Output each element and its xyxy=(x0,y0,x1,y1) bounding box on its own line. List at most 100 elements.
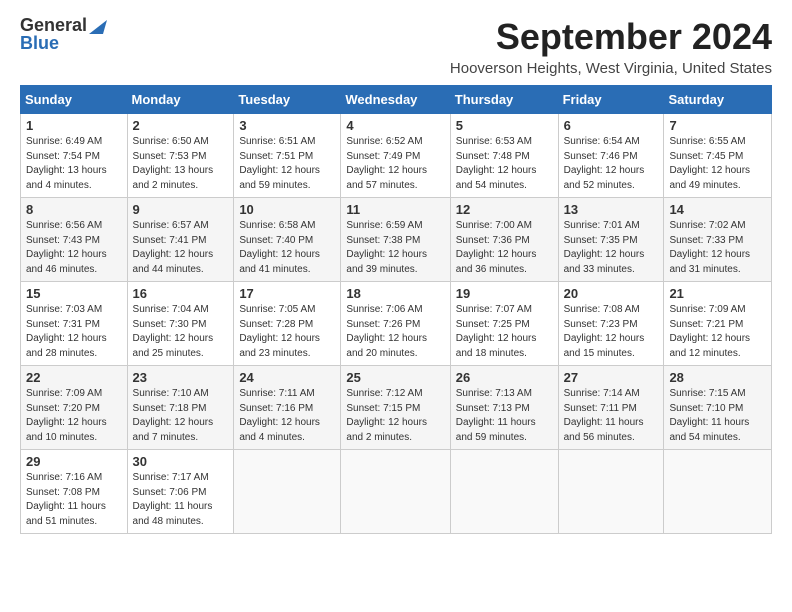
cell-info: Sunrise: 7:01 AM Sunset: 7:35 PM Dayligh… xyxy=(564,219,659,277)
calendar-cell xyxy=(234,450,341,534)
calendar-table: Sunday Monday Tuesday Wednesday Thursday… xyxy=(20,85,772,534)
day-number: 24 xyxy=(239,370,335,385)
col-monday: Monday xyxy=(127,86,234,114)
day-number: 7 xyxy=(669,118,766,133)
cell-info: Sunrise: 6:56 AM Sunset: 7:43 PM Dayligh… xyxy=(26,219,122,277)
day-number: 6 xyxy=(564,118,659,133)
cell-info: Sunrise: 7:17 AM Sunset: 7:06 PM Dayligh… xyxy=(133,471,229,529)
calendar-cell: 19 Sunrise: 7:07 AM Sunset: 7:25 PM Dayl… xyxy=(450,282,558,366)
day-number: 11 xyxy=(346,202,444,217)
cell-info: Sunrise: 7:15 AM Sunset: 7:10 PM Dayligh… xyxy=(669,387,766,445)
day-number: 19 xyxy=(456,286,553,301)
day-number: 1 xyxy=(26,118,122,133)
calendar-cell: 2 Sunrise: 6:50 AM Sunset: 7:53 PM Dayli… xyxy=(127,114,234,198)
calendar-week-5: 29 Sunrise: 7:16 AM Sunset: 7:08 PM Dayl… xyxy=(21,450,772,534)
day-number: 2 xyxy=(133,118,229,133)
calendar-cell: 11 Sunrise: 6:59 AM Sunset: 7:38 PM Dayl… xyxy=(341,198,450,282)
cell-info: Sunrise: 7:06 AM Sunset: 7:26 PM Dayligh… xyxy=(346,303,444,361)
day-number: 13 xyxy=(564,202,659,217)
day-number: 3 xyxy=(239,118,335,133)
cell-info: Sunrise: 7:12 AM Sunset: 7:15 PM Dayligh… xyxy=(346,387,444,445)
calendar-week-2: 8 Sunrise: 6:56 AM Sunset: 7:43 PM Dayli… xyxy=(21,198,772,282)
day-number: 8 xyxy=(26,202,122,217)
calendar-cell: 27 Sunrise: 7:14 AM Sunset: 7:11 PM Dayl… xyxy=(558,366,664,450)
calendar-cell xyxy=(664,450,772,534)
calendar-cell: 10 Sunrise: 6:58 AM Sunset: 7:40 PM Dayl… xyxy=(234,198,341,282)
day-number: 22 xyxy=(26,370,122,385)
col-saturday: Saturday xyxy=(664,86,772,114)
calendar-cell: 26 Sunrise: 7:13 AM Sunset: 7:13 PM Dayl… xyxy=(450,366,558,450)
cell-info: Sunrise: 6:51 AM Sunset: 7:51 PM Dayligh… xyxy=(239,135,335,193)
cell-info: Sunrise: 6:53 AM Sunset: 7:48 PM Dayligh… xyxy=(456,135,553,193)
day-number: 26 xyxy=(456,370,553,385)
calendar-cell: 1 Sunrise: 6:49 AM Sunset: 7:54 PM Dayli… xyxy=(21,114,128,198)
calendar-cell: 18 Sunrise: 7:06 AM Sunset: 7:26 PM Dayl… xyxy=(341,282,450,366)
page-header: General Blue September 2024 Hooverson He… xyxy=(20,16,772,77)
col-friday: Friday xyxy=(558,86,664,114)
day-number: 21 xyxy=(669,286,766,301)
calendar-cell: 17 Sunrise: 7:05 AM Sunset: 7:28 PM Dayl… xyxy=(234,282,341,366)
cell-info: Sunrise: 7:02 AM Sunset: 7:33 PM Dayligh… xyxy=(669,219,766,277)
calendar-header-row: Sunday Monday Tuesday Wednesday Thursday… xyxy=(21,86,772,114)
calendar-cell xyxy=(450,450,558,534)
calendar-cell: 5 Sunrise: 6:53 AM Sunset: 7:48 PM Dayli… xyxy=(450,114,558,198)
calendar-cell xyxy=(558,450,664,534)
day-number: 16 xyxy=(133,286,229,301)
title-area: September 2024 Hooverson Heights, West V… xyxy=(450,16,772,77)
day-number: 23 xyxy=(133,370,229,385)
logo: General Blue xyxy=(20,16,107,52)
logo-general-text: General xyxy=(20,16,87,34)
cell-info: Sunrise: 6:58 AM Sunset: 7:40 PM Dayligh… xyxy=(239,219,335,277)
cell-info: Sunrise: 7:14 AM Sunset: 7:11 PM Dayligh… xyxy=(564,387,659,445)
calendar-cell: 6 Sunrise: 6:54 AM Sunset: 7:46 PM Dayli… xyxy=(558,114,664,198)
day-number: 29 xyxy=(26,454,122,469)
cell-info: Sunrise: 6:55 AM Sunset: 7:45 PM Dayligh… xyxy=(669,135,766,193)
day-number: 10 xyxy=(239,202,335,217)
day-number: 17 xyxy=(239,286,335,301)
logo-blue-text: Blue xyxy=(20,34,59,52)
calendar-week-3: 15 Sunrise: 7:03 AM Sunset: 7:31 PM Dayl… xyxy=(21,282,772,366)
cell-info: Sunrise: 7:16 AM Sunset: 7:08 PM Dayligh… xyxy=(26,471,122,529)
col-sunday: Sunday xyxy=(21,86,128,114)
cell-info: Sunrise: 7:09 AM Sunset: 7:21 PM Dayligh… xyxy=(669,303,766,361)
cell-info: Sunrise: 7:11 AM Sunset: 7:16 PM Dayligh… xyxy=(239,387,335,445)
calendar-week-1: 1 Sunrise: 6:49 AM Sunset: 7:54 PM Dayli… xyxy=(21,114,772,198)
calendar-cell: 20 Sunrise: 7:08 AM Sunset: 7:23 PM Dayl… xyxy=(558,282,664,366)
calendar-cell: 28 Sunrise: 7:15 AM Sunset: 7:10 PM Dayl… xyxy=(664,366,772,450)
logo-bird-icon xyxy=(89,14,107,34)
calendar-cell: 7 Sunrise: 6:55 AM Sunset: 7:45 PM Dayli… xyxy=(664,114,772,198)
calendar-cell: 29 Sunrise: 7:16 AM Sunset: 7:08 PM Dayl… xyxy=(21,450,128,534)
cell-info: Sunrise: 6:59 AM Sunset: 7:38 PM Dayligh… xyxy=(346,219,444,277)
col-tuesday: Tuesday xyxy=(234,86,341,114)
day-number: 30 xyxy=(133,454,229,469)
day-number: 12 xyxy=(456,202,553,217)
calendar-cell: 8 Sunrise: 6:56 AM Sunset: 7:43 PM Dayli… xyxy=(21,198,128,282)
day-number: 25 xyxy=(346,370,444,385)
calendar-cell: 24 Sunrise: 7:11 AM Sunset: 7:16 PM Dayl… xyxy=(234,366,341,450)
calendar-cell: 22 Sunrise: 7:09 AM Sunset: 7:20 PM Dayl… xyxy=(21,366,128,450)
location-title: Hooverson Heights, West Virginia, United… xyxy=(450,60,772,77)
cell-info: Sunrise: 7:13 AM Sunset: 7:13 PM Dayligh… xyxy=(456,387,553,445)
cell-info: Sunrise: 7:00 AM Sunset: 7:36 PM Dayligh… xyxy=(456,219,553,277)
day-number: 5 xyxy=(456,118,553,133)
cell-info: Sunrise: 6:52 AM Sunset: 7:49 PM Dayligh… xyxy=(346,135,444,193)
day-number: 27 xyxy=(564,370,659,385)
calendar-week-4: 22 Sunrise: 7:09 AM Sunset: 7:20 PM Dayl… xyxy=(21,366,772,450)
calendar-cell: 30 Sunrise: 7:17 AM Sunset: 7:06 PM Dayl… xyxy=(127,450,234,534)
day-number: 15 xyxy=(26,286,122,301)
col-wednesday: Wednesday xyxy=(341,86,450,114)
calendar-cell: 4 Sunrise: 6:52 AM Sunset: 7:49 PM Dayli… xyxy=(341,114,450,198)
cell-info: Sunrise: 6:57 AM Sunset: 7:41 PM Dayligh… xyxy=(133,219,229,277)
calendar-cell: 25 Sunrise: 7:12 AM Sunset: 7:15 PM Dayl… xyxy=(341,366,450,450)
calendar-cell: 15 Sunrise: 7:03 AM Sunset: 7:31 PM Dayl… xyxy=(21,282,128,366)
day-number: 4 xyxy=(346,118,444,133)
cell-info: Sunrise: 7:10 AM Sunset: 7:18 PM Dayligh… xyxy=(133,387,229,445)
calendar-cell: 16 Sunrise: 7:04 AM Sunset: 7:30 PM Dayl… xyxy=(127,282,234,366)
calendar-cell: 12 Sunrise: 7:00 AM Sunset: 7:36 PM Dayl… xyxy=(450,198,558,282)
day-number: 20 xyxy=(564,286,659,301)
month-title: September 2024 xyxy=(450,16,772,58)
cell-info: Sunrise: 7:08 AM Sunset: 7:23 PM Dayligh… xyxy=(564,303,659,361)
cell-info: Sunrise: 6:50 AM Sunset: 7:53 PM Dayligh… xyxy=(133,135,229,193)
day-number: 9 xyxy=(133,202,229,217)
day-number: 28 xyxy=(669,370,766,385)
